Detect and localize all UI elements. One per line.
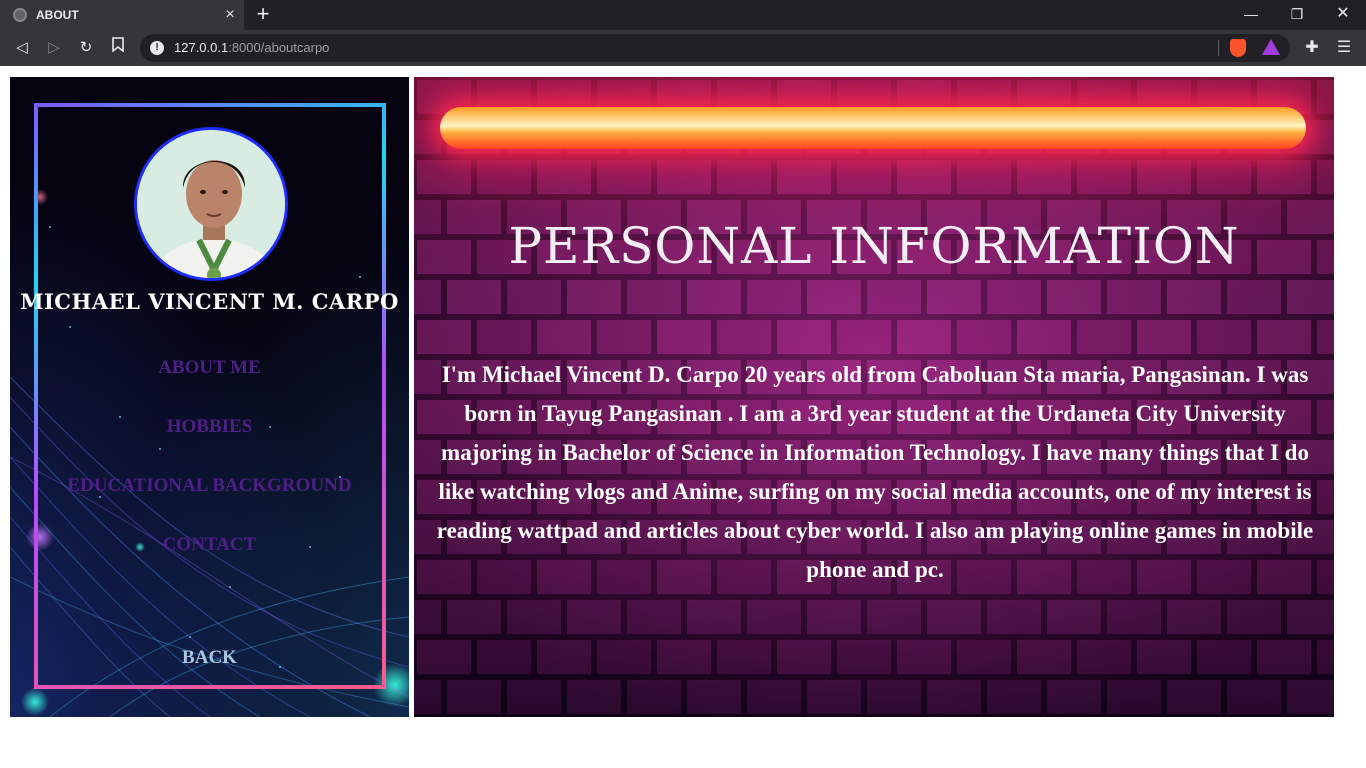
page-title: PERSONAL INFORMATION: [508, 217, 1240, 275]
page-viewport: MICHAEL VINCENT M. CARPO ABOUT ME HOBBIE…: [0, 66, 1366, 768]
address-bar[interactable]: ! 127.0.0.1:8000/aboutcarpo: [140, 34, 1290, 62]
tab-strip: ABOUT × + — ❐ ✕: [0, 0, 1366, 30]
brave-shield-icon[interactable]: [1230, 39, 1246, 57]
browser-tab[interactable]: ABOUT ×: [0, 0, 244, 30]
browser-toolbar: ◁ ▷ ↻ ! 127.0.0.1:8000/aboutcarpo ✚ ☰: [0, 30, 1366, 66]
nav-link-educational-background[interactable]: EDUCATIONAL BACKGROUND: [10, 475, 409, 497]
profile-sidebar: MICHAEL VINCENT M. CARPO ABOUT ME HOBBIE…: [10, 77, 409, 717]
back-link[interactable]: BACK: [10, 647, 409, 669]
brave-rewards-icon[interactable]: [1262, 39, 1280, 55]
omnibox-divider: [1218, 40, 1219, 56]
nav-link-contact[interactable]: CONTACT: [10, 534, 409, 556]
avatar: [134, 127, 288, 281]
maximize-icon[interactable]: ❐: [1274, 0, 1320, 30]
personal-info-panel: PERSONAL INFORMATION I'm Michael Vincent…: [414, 77, 1334, 717]
url-path: :8000/aboutcarpo: [228, 40, 330, 55]
profile-name: MICHAEL VINCENT M. CARPO: [20, 289, 399, 314]
info-icon[interactable]: !: [150, 41, 164, 55]
url-host: 127.0.0.1: [174, 40, 229, 55]
url-text: 127.0.0.1:8000/aboutcarpo: [174, 40, 329, 55]
extensions-icon[interactable]: ✚: [1302, 37, 1322, 59]
about-paragraph: I'm Michael Vincent D. Carpo 20 years ol…: [436, 362, 1314, 582]
globe-icon: [13, 8, 27, 22]
back-icon[interactable]: ◁: [11, 37, 33, 59]
tab-title: ABOUT: [36, 8, 79, 22]
reload-icon[interactable]: ↻: [75, 37, 97, 59]
forward-icon[interactable]: ▷: [43, 37, 65, 59]
neon-light-bar: [440, 107, 1306, 149]
window-close-icon[interactable]: ✕: [1320, 0, 1366, 30]
plus-icon[interactable]: +: [252, 3, 274, 26]
nav-link-hobbies[interactable]: HOBBIES: [10, 416, 409, 438]
menu-icon[interactable]: ☰: [1334, 37, 1354, 59]
close-icon[interactable]: ×: [222, 7, 238, 23]
nav-link-about-me[interactable]: ABOUT ME: [10, 357, 409, 379]
bookmark-icon[interactable]: [107, 37, 129, 59]
minimize-icon[interactable]: —: [1228, 0, 1274, 30]
profile-photo: [137, 130, 285, 278]
